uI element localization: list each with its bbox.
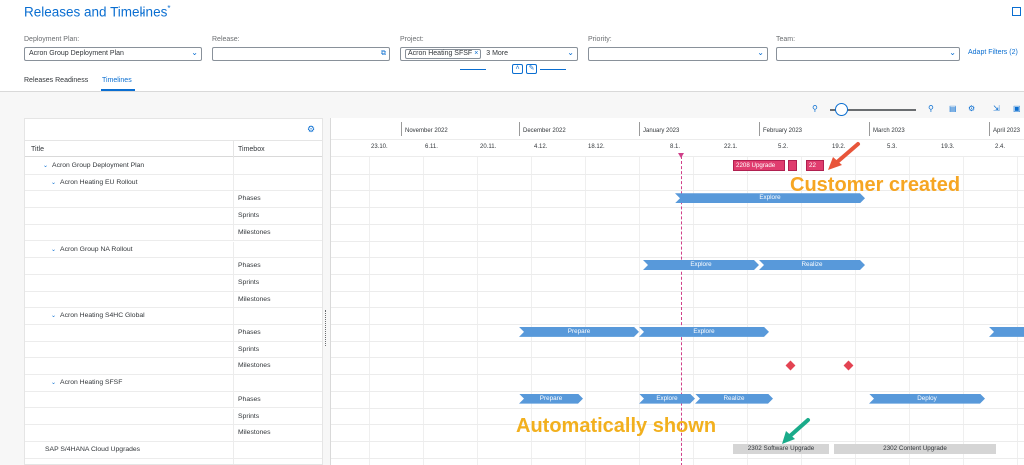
arrow-green-icon bbox=[782, 418, 810, 444]
arrow-red-icon bbox=[828, 142, 860, 170]
annotation-arrows bbox=[782, 142, 860, 444]
